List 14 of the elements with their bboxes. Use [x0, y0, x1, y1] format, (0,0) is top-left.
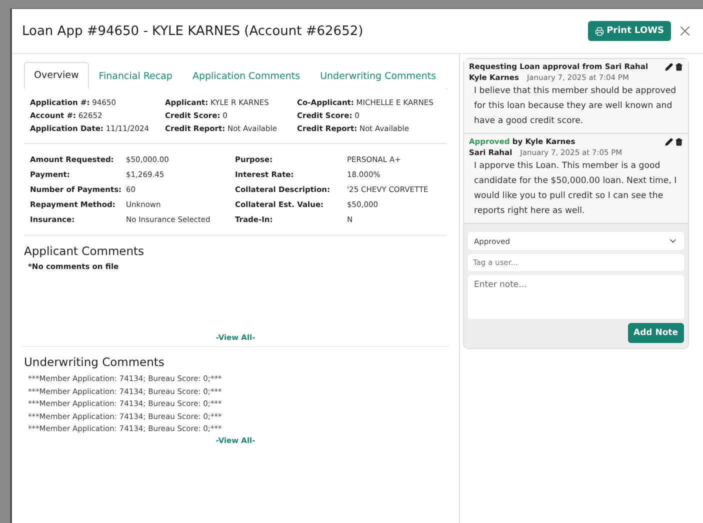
note-body: I apporve this Loan. This member is a good candidate for the $50,000.00 loan. Next time, I would like you to pull credit so I can see the reports right here as well.	[473, 160, 678, 218]
note-field[interactable]: Enter note...	[468, 275, 684, 319]
tab[interactable]: Overview	[24, 62, 89, 89]
note-body: I believe that this member should be approved for this loan because they are well known and have a good credit score.	[473, 85, 678, 128]
add-note-button[interactable]: Add Note	[628, 323, 684, 343]
print-button[interactable]: Print LOWS	[588, 21, 671, 41]
trash-icon[interactable]	[675, 138, 683, 146]
printer-icon	[594, 26, 604, 36]
modal-title: Loan App #94650 - KYLE KARNES (Account #62652)	[22, 24, 364, 38]
section-heading: Underwriting Comments	[24, 355, 166, 369]
edit-icon[interactable]	[665, 62, 673, 70]
edit-icon[interactable]	[665, 138, 673, 146]
trash-icon[interactable]	[675, 62, 683, 70]
section-heading: Applicant Comments	[24, 244, 146, 258]
